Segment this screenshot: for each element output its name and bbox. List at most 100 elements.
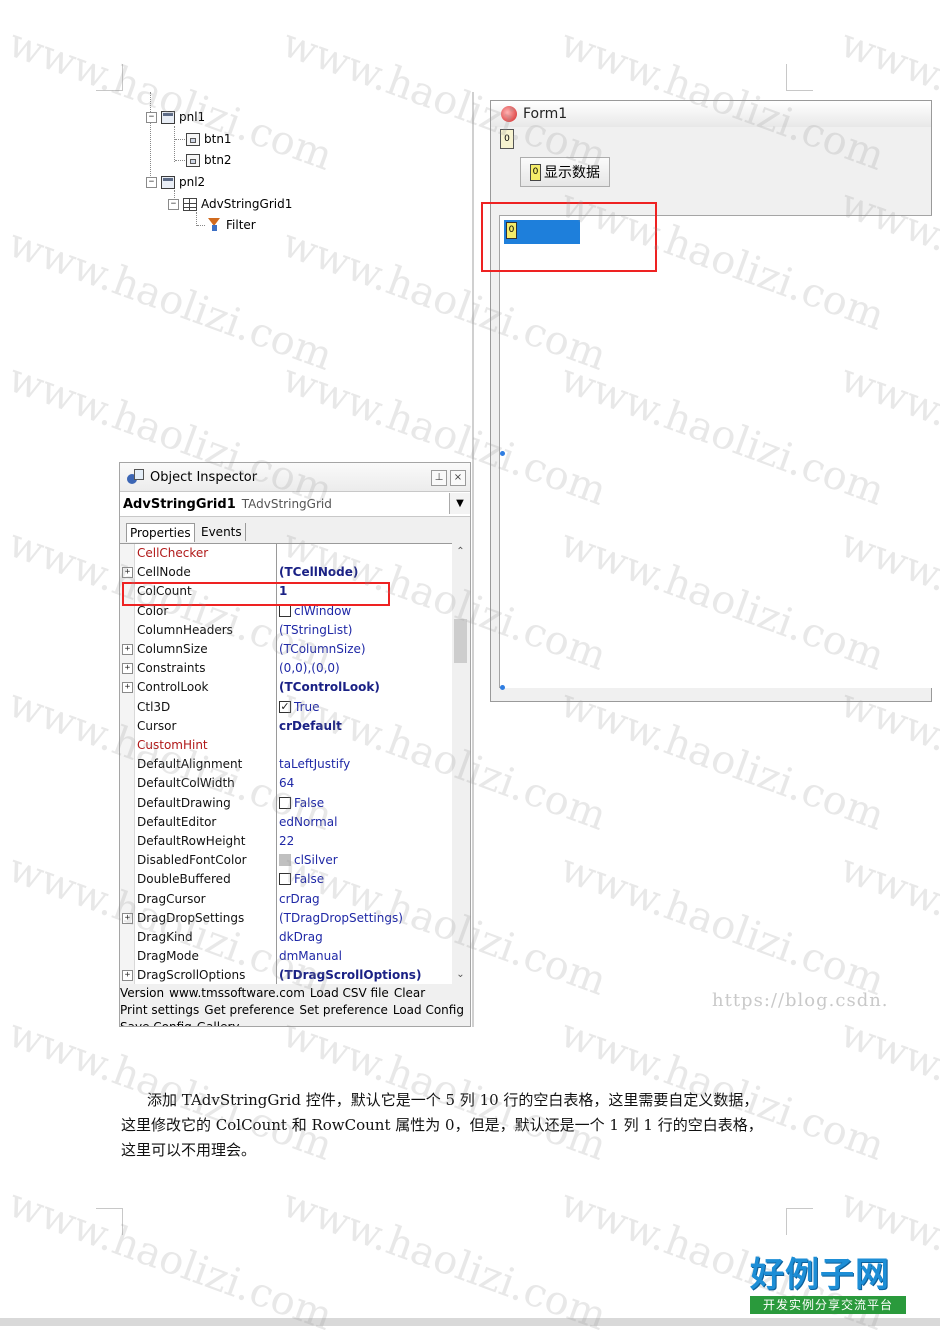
property-value[interactable]: (TStringList)	[279, 623, 352, 637]
property-row[interactable]: + CellNode (TCellNode)	[120, 563, 452, 582]
verb-link[interactable]: www.tmssoftware.com	[169, 985, 305, 1002]
close-icon[interactable]: ×	[450, 470, 466, 486]
collapse-icon[interactable]: −	[146, 111, 157, 123]
property-row[interactable]: DragCursor crDrag	[120, 890, 452, 909]
pin-icon[interactable]: ⊥	[431, 470, 447, 486]
verb-link[interactable]: Version	[120, 985, 164, 1002]
property-value-text: 22	[279, 834, 295, 848]
verb-link[interactable]: Save Config	[120, 1019, 192, 1026]
selection-handle[interactable]	[500, 451, 505, 456]
property-value[interactable]: (TDragScrollOptions)	[279, 968, 421, 982]
tree-node-btn1[interactable]: btn1	[186, 131, 232, 147]
property-value[interactable]: (0,0),(0,0)	[279, 661, 340, 675]
form-designer-window[interactable]: Form1 0 0 显示数据 0	[490, 100, 932, 702]
expand-icon[interactable]: +	[122, 912, 133, 924]
property-row[interactable]: DefaultRowHeight 22	[120, 832, 452, 851]
paragraph-line-1: 添加 TAdvStringGrid 控件，默认它是一个 5 列 10 行的空白表…	[147, 1091, 759, 1109]
property-row[interactable]: + ControlLook (TControlLook)	[120, 678, 452, 697]
tree-node-advstringgrid1[interactable]: − AdvStringGrid1	[168, 196, 292, 212]
collapse-icon[interactable]: −	[146, 176, 157, 188]
show-data-button[interactable]: 0 显示数据	[520, 157, 610, 187]
property-row[interactable]: Cursor crDefault	[120, 717, 452, 736]
property-value-text: (TCellNode)	[279, 565, 359, 580]
property-grid-scrollbar[interactable]: ⌃ ⌄	[452, 543, 469, 983]
verb-link[interactable]: Load CSV file	[310, 985, 389, 1002]
property-value[interactable]: crDefault	[279, 719, 342, 733]
button-marker: 0	[530, 163, 541, 181]
verb-link[interactable]: Clear	[394, 985, 425, 1002]
property-value[interactable]: (TControlLook)	[279, 680, 380, 694]
expand-icon[interactable]: +	[122, 663, 133, 675]
scroll-thumb[interactable]	[454, 619, 467, 663]
property-value[interactable]: (TColumnSize)	[279, 642, 366, 656]
top-component-marker[interactable]: 0	[500, 129, 514, 149]
scroll-up-icon[interactable]: ⌃	[452, 543, 469, 560]
property-row[interactable]: DefaultEditor edNormal	[120, 813, 452, 832]
property-value[interactable]: 22	[279, 834, 294, 848]
property-row[interactable]: DefaultColWidth 64	[120, 774, 452, 793]
verb-link[interactable]: Set preference	[299, 1002, 387, 1019]
property-row[interactable]: + Constraints (0,0),(0,0)	[120, 659, 452, 678]
checkbox-icon[interactable]	[279, 796, 291, 809]
property-row[interactable]: CustomHint	[120, 736, 452, 755]
property-row[interactable]: ColumnHeaders (TStringList)	[120, 621, 452, 640]
expand-icon[interactable]: +	[122, 682, 133, 694]
tree-connector	[175, 139, 185, 140]
checkbox-icon[interactable]	[279, 873, 291, 886]
expand-icon[interactable]: +	[122, 970, 133, 982]
tree-node-filter[interactable]: Filter	[206, 217, 256, 233]
verb-link[interactable]: Print settings	[120, 1002, 199, 1019]
property-value-text: dkDrag	[279, 930, 323, 944]
verb-link[interactable]: Get preference	[204, 1002, 294, 1019]
property-value-text: (TStringList)	[279, 622, 353, 637]
tab-events[interactable]: Events	[198, 523, 246, 541]
property-row[interactable]: DoubleBuffered False	[120, 870, 452, 889]
property-value[interactable]: edNormal	[279, 815, 337, 829]
property-row[interactable]: + ColumnSize (TColumnSize)	[120, 640, 452, 659]
property-value-text: edNormal	[279, 814, 338, 829]
property-value[interactable]: False	[279, 872, 324, 886]
property-name: Cursor	[137, 718, 177, 733]
logo-subtitle: 开发实例分享交流平台	[750, 1296, 906, 1314]
verb-link[interactable]: Gallery	[197, 1019, 240, 1026]
property-value[interactable]: ✓ True	[279, 700, 320, 714]
property-value[interactable]: dmManual	[279, 949, 342, 963]
page-corner-mark-top-right	[786, 64, 813, 91]
property-value[interactable]: taLeftJustify	[279, 757, 350, 771]
expand-icon[interactable]: +	[122, 644, 133, 655]
property-row[interactable]: DefaultAlignment taLeftJustify	[120, 755, 452, 774]
property-value[interactable]: dkDrag	[279, 930, 323, 944]
tab-properties[interactable]: Properties	[126, 523, 195, 542]
form-titlebar[interactable]: Form1	[491, 101, 931, 127]
collapse-icon[interactable]: −	[168, 198, 179, 210]
page-corner-mark-top-left	[96, 64, 123, 91]
tree-node-btn2[interactable]: btn2	[186, 152, 232, 168]
property-row[interactable]: Ctl3D ✓ True	[120, 698, 452, 717]
tree-node-label: btn2	[204, 153, 232, 167]
property-value[interactable]: clSilver	[279, 853, 338, 867]
property-value[interactable]: (TCellNode)	[279, 565, 358, 579]
verb-link[interactable]: Load Config	[393, 1002, 464, 1019]
scroll-down-icon[interactable]: ⌄	[452, 966, 469, 983]
property-row[interactable]: + DragScrollOptions (TDragScrollOptions)	[120, 966, 452, 985]
checked-checkbox-icon[interactable]: ✓	[279, 700, 291, 713]
property-row[interactable]: DefaultDrawing False	[120, 794, 452, 813]
verb-line: Save Config Gallery	[120, 1019, 470, 1026]
selection-handle[interactable]	[500, 685, 505, 690]
property-value[interactable]: False	[279, 796, 324, 810]
adv-string-grid[interactable]: 0	[499, 215, 932, 688]
property-row[interactable]: DragMode dmManual	[120, 947, 452, 966]
expand-icon[interactable]: +	[122, 567, 133, 579]
property-value[interactable]: crDrag	[279, 892, 320, 906]
tree-node-pnl2[interactable]: − pnl2	[146, 174, 205, 190]
chevron-down-icon[interactable]: ▼	[449, 493, 470, 514]
property-row[interactable]: CellChecker	[120, 544, 452, 563]
component-selector[interactable]: AdvStringGrid1 TAdvStringGrid ▼	[120, 492, 470, 517]
tree-node-label: pnl2	[179, 175, 206, 189]
property-value[interactable]: 64	[279, 776, 294, 790]
property-row[interactable]: DisabledFontColor clSilver	[120, 851, 452, 870]
property-value[interactable]: (TDragDropSettings)	[279, 911, 403, 925]
property-row[interactable]: + DragDropSettings (TDragDropSettings)	[120, 909, 452, 928]
tree-node-pnl1[interactable]: − pnl1	[146, 109, 205, 125]
property-row[interactable]: DragKind dkDrag	[120, 928, 452, 947]
